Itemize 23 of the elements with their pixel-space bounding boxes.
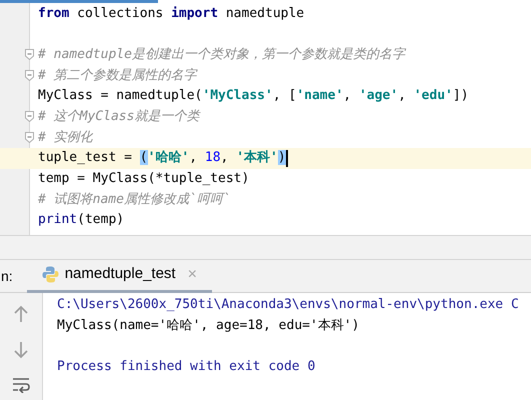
console-output-line: Process finished with exit code 0 bbox=[57, 358, 316, 376]
soft-wrap-icon[interactable] bbox=[12, 377, 30, 393]
fold-marker-icon[interactable] bbox=[25, 70, 34, 82]
code-line: print(temp) bbox=[38, 211, 124, 230]
fold-marker-icon[interactable] bbox=[25, 132, 34, 144]
code-line: # 第二个参数是属性的名字 bbox=[38, 66, 197, 85]
python-logo-icon bbox=[42, 266, 59, 283]
code-line: # 这个MyClass就是一个类 bbox=[38, 108, 200, 126]
code-line: tuple_test = ('哈哈', 18, '本科') bbox=[38, 149, 286, 168]
code-line: from collections import namedtuple bbox=[38, 4, 304, 23]
fold-marker-icon[interactable] bbox=[25, 111, 34, 122]
code-line: # 实例化 bbox=[38, 128, 93, 147]
code-line: # 试图将name属性修改成`呵呵` bbox=[38, 190, 231, 209]
code-line: # namedtuple是创建出一个类对象，第一个参数就是类的名字 bbox=[38, 46, 405, 64]
fold-marker-icon[interactable] bbox=[25, 49, 34, 60]
code-line: temp = MyClass(*tuple_test) bbox=[38, 170, 250, 188]
down-arrow-icon[interactable] bbox=[13, 341, 29, 359]
panel-label: n: bbox=[1, 266, 13, 286]
console-output-line: MyClass(name='哈哈', age=18, edu='本科') bbox=[57, 316, 360, 335]
text-cursor bbox=[286, 150, 288, 167]
up-arrow-icon[interactable] bbox=[13, 305, 29, 323]
console-output-line: C:\Users\2600x_750ti\Anaconda3\envs\normal-env\python.exe C bbox=[57, 296, 519, 314]
code-line: MyClass = namedtuple('MyClass', ['name', 'age', 'edu']) bbox=[38, 87, 469, 106]
